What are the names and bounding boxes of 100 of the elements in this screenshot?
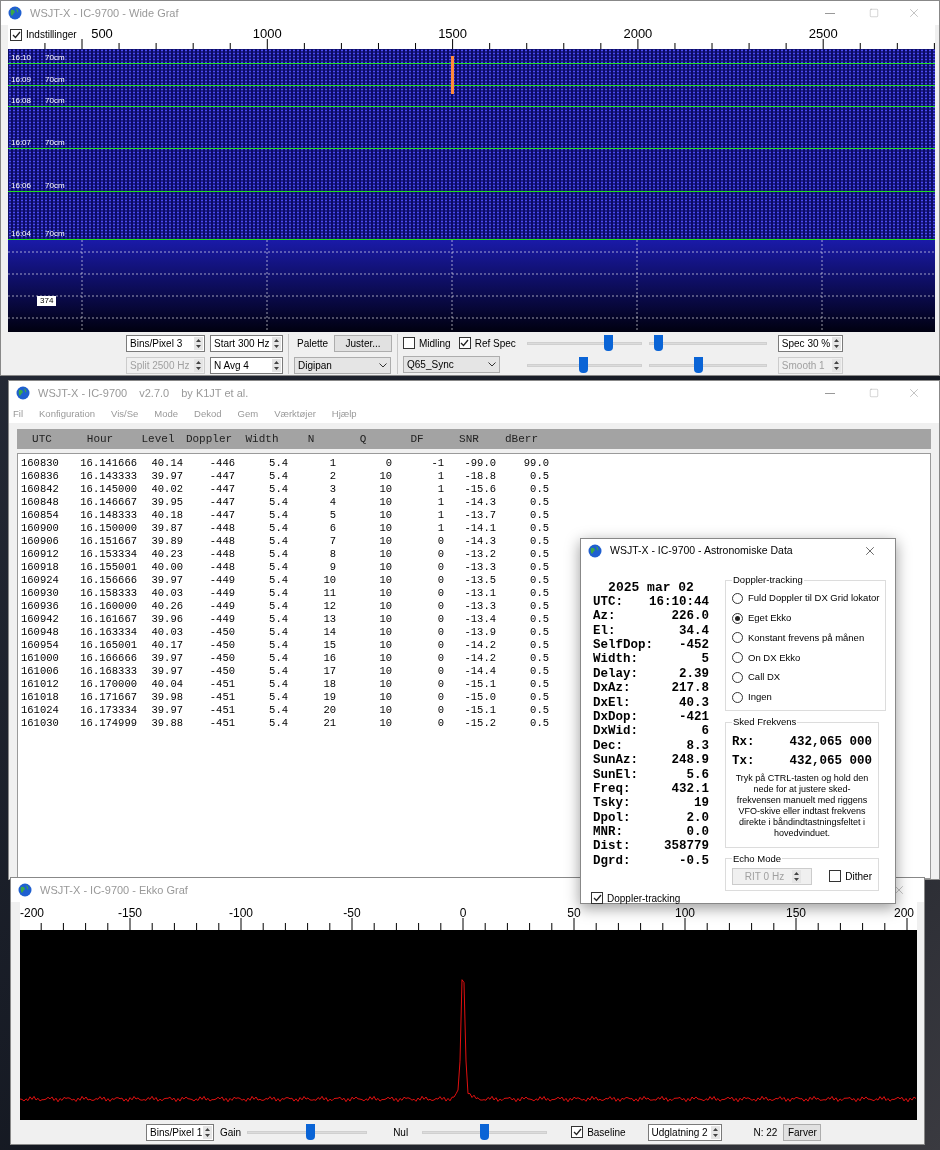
slider-thumb[interactable] — [603, 335, 613, 351]
dropdown[interactable]: Q65_Sync — [403, 355, 500, 373]
slider[interactable] — [526, 357, 642, 373]
slider[interactable] — [648, 335, 767, 351]
radio-button[interactable] — [732, 592, 743, 604]
radio-label[interactable]: Konstant frevens på månen — [748, 630, 865, 645]
radio-button[interactable] — [732, 612, 743, 624]
chevron-down-icon — [488, 361, 496, 367]
slider[interactable] — [526, 335, 642, 351]
column-header[interactable]: Level — [135, 430, 181, 448]
reading-label: MNR: — [593, 824, 623, 840]
checkbox[interactable] — [403, 337, 415, 349]
radio-button[interactable] — [732, 691, 743, 703]
slider[interactable] — [247, 1124, 368, 1140]
table-cell-text: -14.3 — [463, 535, 496, 548]
checkbox[interactable] — [591, 892, 603, 905]
colors-button[interactable]: Farver — [783, 1123, 822, 1141]
checkbox[interactable] — [571, 1126, 584, 1138]
checkbox-label[interactable]: Dither — [845, 868, 872, 884]
column-header[interactable]: Q — [335, 430, 391, 448]
spin-box[interactable]: Start 300 Hz — [210, 334, 283, 352]
radio-button[interactable] — [732, 652, 743, 664]
table-cell-text: 0.5 — [529, 704, 549, 717]
radio-label[interactable]: On DX Ekko — [748, 650, 801, 665]
offset-label: -100 — [229, 907, 253, 920]
spin-box[interactable]: N Avg 4 — [210, 356, 283, 374]
time-label: 16:10 — [11, 53, 32, 63]
checkbox-label[interactable]: Indstillinger — [26, 27, 77, 42]
reading-value: 8.3 — [686, 737, 709, 754]
table-cell-text: -450 — [208, 639, 235, 652]
spin-box[interactable]: Bins/Pixel 3 — [126, 334, 205, 352]
column-header[interactable]: Width — [237, 430, 287, 448]
zero-label: Nul — [393, 1125, 409, 1140]
column-header[interactable]: UTC — [19, 430, 65, 448]
checkbox-label[interactable]: Ref Spec — [474, 335, 516, 351]
table-cell-text: 10 — [378, 483, 392, 496]
spin-box[interactable]: Bins/Pixel 1 — [146, 1123, 214, 1141]
spin-box[interactable]: Spec 30 % — [777, 334, 843, 352]
table-cell-text: 0.5 — [529, 470, 549, 483]
table-cell-text: 10 — [378, 548, 392, 561]
offset-label: 200 — [894, 907, 914, 920]
slider-thumb[interactable] — [653, 335, 663, 351]
column-header[interactable]: dBerr — [495, 430, 548, 448]
table-cell-text: 5.4 — [268, 652, 288, 665]
checkmark-icon — [572, 1128, 582, 1136]
gain-label: Gain — [220, 1125, 242, 1140]
radio-label[interactable]: Ingen — [748, 690, 772, 705]
time-label: 16:08 — [11, 96, 32, 106]
checkbox-label[interactable]: Midling — [419, 335, 451, 351]
table-cell-text: -13.3 — [463, 600, 496, 613]
radio-button[interactable] — [732, 671, 743, 683]
window-title: WSJT-X - IC-9700 - Ekko Graf — [40, 882, 188, 898]
spin-box[interactable]: Udglatning 2 — [647, 1123, 722, 1141]
spin-arrows-icon — [194, 358, 203, 372]
checkbox[interactable] — [829, 870, 842, 883]
slider-thumb[interactable] — [306, 1124, 316, 1140]
radio-button[interactable] — [732, 632, 743, 644]
reading-value: -421 — [679, 708, 709, 725]
checkbox-label[interactable]: Baseline — [587, 1124, 626, 1140]
table-cell-text: 160954 — [21, 639, 60, 652]
dropdown[interactable]: Digipan — [294, 356, 391, 374]
slider-thumb[interactable] — [578, 357, 588, 373]
table-cell-text: 39.97 — [150, 665, 183, 678]
table-cell-text: 161012 — [21, 678, 60, 691]
table-cell-text: 160912 — [21, 548, 60, 561]
slider[interactable] — [422, 1124, 548, 1140]
spin-arrows-icon — [831, 336, 841, 350]
radio-label[interactable]: Call DX — [748, 670, 781, 685]
column-header[interactable]: Hour — [65, 430, 135, 448]
checkbox[interactable] — [458, 337, 471, 349]
column-header[interactable]: SNR — [443, 430, 495, 448]
table-cell-text: 39.89 — [150, 535, 183, 548]
tx-frequency: 432,065 000 — [789, 752, 872, 770]
column-header[interactable]: N — [287, 430, 335, 448]
slider-thumb[interactable] — [480, 1124, 490, 1140]
slider-thumb[interactable] — [693, 357, 703, 373]
table-cell-text: 0.5 — [529, 717, 549, 730]
table-cell-text: 0.5 — [529, 652, 549, 665]
table-cell-text: 39.97 — [150, 652, 183, 665]
column-header[interactable]: DF — [391, 430, 443, 448]
table-cell-text: -449 — [208, 600, 235, 613]
radio-label[interactable]: Eget Ekko — [748, 611, 792, 626]
column-header[interactable]: Doppler — [181, 430, 237, 448]
checkbox-label[interactable]: Doppler-tracking — [607, 890, 681, 906]
chevron-down-icon — [379, 362, 387, 368]
table-cell-text: 1 — [436, 483, 444, 496]
slider[interactable] — [648, 357, 767, 373]
spectrum-value-label: 374 — [37, 296, 57, 306]
band-label: 70cm — [45, 138, 65, 148]
table-cell-text: 5.4 — [268, 535, 288, 548]
table-cell-text: 16.155001 — [79, 561, 137, 574]
radio-label[interactable]: Fuld Doppler til DX Grid lokator — [748, 591, 880, 606]
offset-label: 0 — [459, 907, 467, 920]
checkbox[interactable] — [10, 28, 22, 41]
table-cell-text: 16.151667 — [79, 535, 137, 548]
frequency-label: 1500 — [438, 26, 468, 41]
table-cell-text: -14.2 — [463, 652, 496, 665]
close-icon — [863, 544, 877, 558]
adjust-button[interactable]: Juster... — [334, 334, 392, 352]
table-cell-text: 160906 — [21, 535, 60, 548]
